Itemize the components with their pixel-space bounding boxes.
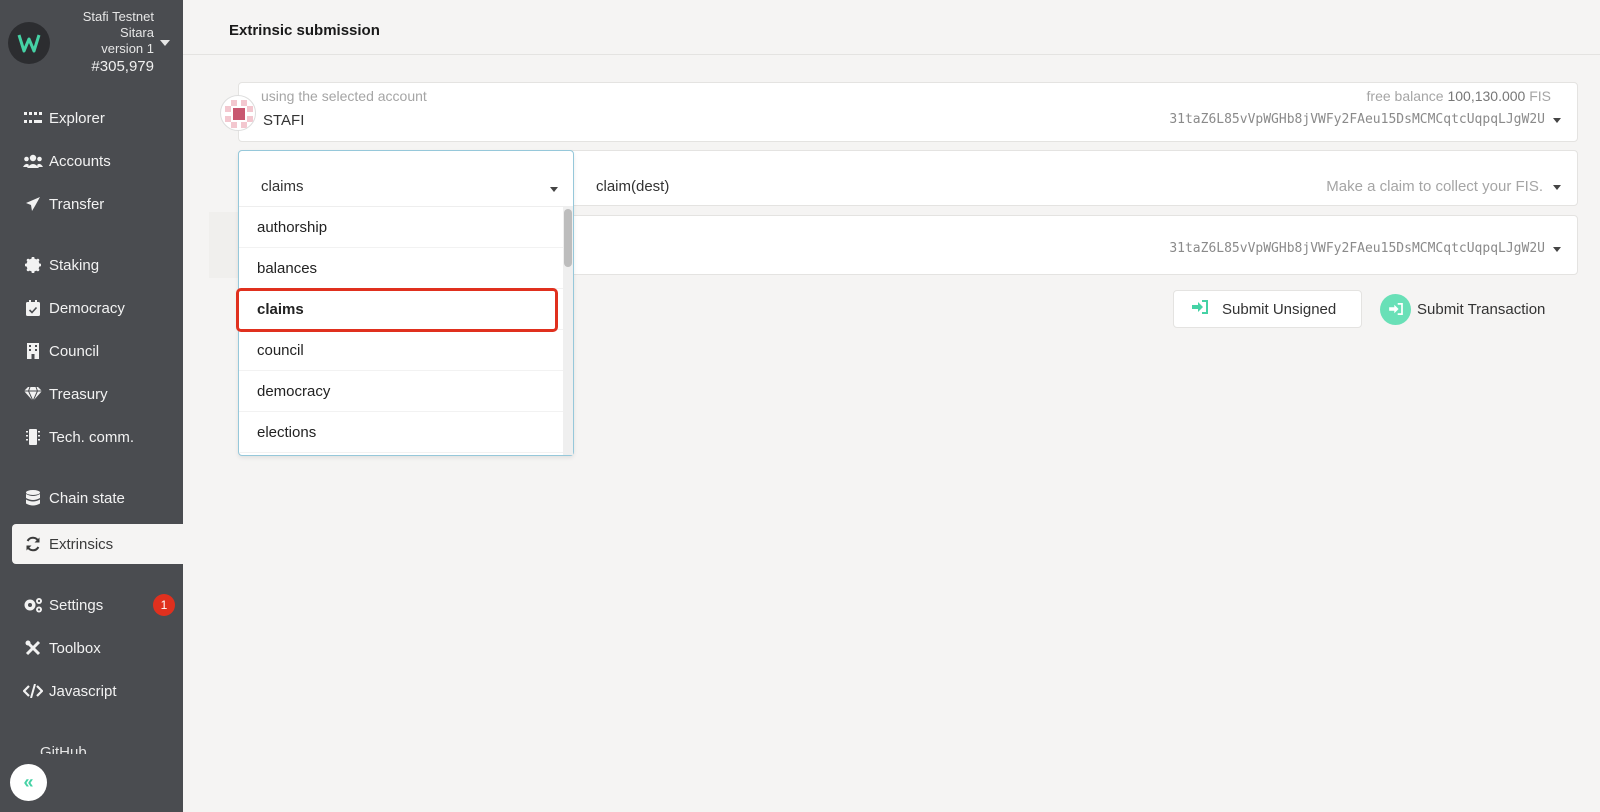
- submit-transaction-button[interactable]: Submit Transaction: [1380, 290, 1568, 328]
- sidebar: Stafi Testnet Sitara version 1 #305,979 …: [0, 0, 183, 812]
- option-balances[interactable]: balances: [239, 248, 563, 289]
- chevron-down-icon: [1553, 118, 1561, 123]
- cogs-icon: [23, 596, 43, 614]
- chain-logo: [8, 22, 50, 64]
- sidebar-item-settings[interactable]: Settings 1: [12, 585, 183, 625]
- selection-highlight: [236, 288, 558, 332]
- sidebar-item-toolbox[interactable]: Toolbox: [12, 628, 183, 668]
- microchip-icon: [23, 428, 43, 446]
- chevron-down-icon: [550, 187, 558, 192]
- sidebar-item-label: Toolbox: [49, 639, 101, 657]
- option-council[interactable]: council: [239, 330, 563, 371]
- chain-info: Stafi Testnet Sitara version 1 #305,979: [83, 9, 154, 77]
- sidebar-item-github[interactable]: GitHub: [40, 744, 87, 754]
- account-name: STAFI: [263, 112, 305, 129]
- sidebar-item-label: Extrinsics: [49, 535, 114, 553]
- free-balance: free balance 100,130.000 FIS: [1367, 88, 1551, 104]
- tab-extrinsic-submission[interactable]: Extrinsic submission: [229, 22, 380, 39]
- sidebar-item-label: Javascript: [49, 682, 117, 700]
- gem-icon: [23, 385, 43, 403]
- free-balance-value: 100,130.000: [1447, 88, 1526, 104]
- sidebar-item-label: Explorer: [49, 109, 105, 127]
- sidebar-item-label: Treasury: [49, 385, 108, 403]
- sidebar-item-label: Council: [49, 342, 100, 360]
- dest-address: 31taZ6L85vVpWGHb8jVWFy2FAeu15DsMCMCqtcUq…: [1169, 241, 1545, 256]
- sidebar-item-label: Staking: [49, 256, 100, 274]
- sidebar-item-label: Settings: [49, 596, 104, 614]
- sidebar-item-treasury[interactable]: Treasury: [12, 374, 183, 414]
- account-address: 31taZ6L85vVpWGHb8jVWFy2FAeu15DsMCMCqtcUq…: [1169, 112, 1545, 127]
- submit-unsigned-button[interactable]: Submit Unsigned: [1173, 290, 1362, 328]
- scrollbar[interactable]: [563, 207, 573, 455]
- free-balance-unit: FIS: [1529, 88, 1551, 104]
- param-indent: [209, 212, 238, 278]
- sign-in-icon: [1380, 293, 1411, 325]
- database-icon: [23, 489, 43, 507]
- method-value: claim(dest): [596, 178, 670, 195]
- chevron-down-icon: [160, 40, 170, 46]
- code-icon: [23, 682, 43, 700]
- sign-in-icon: [1192, 300, 1208, 318]
- account-selector-label: using the selected account: [261, 88, 427, 104]
- submit-unsigned-label: Submit Unsigned: [1222, 300, 1337, 318]
- option-elections[interactable]: elections: [239, 412, 563, 453]
- double-chevron-left-icon: «: [23, 772, 34, 792]
- chain-subname: Sitara: [120, 25, 154, 40]
- sync-icon: [23, 535, 43, 553]
- sidebar-item-label: Democracy: [49, 299, 125, 317]
- sidebar-item-label: Transfer: [49, 195, 105, 213]
- sidebar-item-label: Chain state: [49, 489, 125, 507]
- chain-selector[interactable]: Stafi Testnet Sitara version 1 #305,979: [0, 0, 183, 88]
- submit-transaction-label: Submit Transaction: [1417, 300, 1546, 318]
- grid-icon: [23, 109, 43, 127]
- account-selector[interactable]: using the selected account free balance …: [238, 82, 1578, 142]
- sidebar-item-council[interactable]: Council: [12, 331, 183, 371]
- sidebar-item-transfer[interactable]: Transfer: [12, 184, 183, 224]
- tab-bar: Extrinsic submission: [183, 0, 1600, 55]
- collapse-sidebar-button[interactable]: «: [10, 764, 47, 801]
- tools-icon: [23, 639, 43, 657]
- sidebar-item-staking[interactable]: Staking: [12, 245, 183, 285]
- paper-plane-icon: [23, 195, 43, 213]
- sidebar-item-label: Accounts: [49, 152, 111, 170]
- sidebar-item-label: GitHub: [40, 744, 87, 754]
- sidebar-item-tech-comm[interactable]: Tech. comm.: [12, 417, 183, 457]
- option-authorship[interactable]: authorship: [239, 207, 563, 248]
- block-number: #305,979: [91, 58, 154, 75]
- sidebar-item-explorer[interactable]: Explorer: [12, 98, 183, 138]
- scrollbar-thumb[interactable]: [564, 209, 572, 267]
- chevron-down-icon: [1553, 185, 1561, 190]
- section-value: claims: [261, 178, 304, 195]
- building-icon: [23, 342, 43, 360]
- account-identicon: [220, 95, 256, 131]
- option-democracy[interactable]: democracy: [239, 371, 563, 412]
- notification-badge: 1: [153, 594, 175, 616]
- calendar-check-icon: [23, 299, 43, 317]
- sidebar-item-javascript[interactable]: Javascript: [12, 671, 183, 711]
- sidebar-item-label: Tech. comm.: [49, 428, 135, 446]
- chain-name: Stafi Testnet: [82, 9, 154, 24]
- sidebar-item-chain-state[interactable]: Chain state: [12, 478, 183, 518]
- method-description: Make a claim to collect your FIS.: [1326, 178, 1543, 195]
- sidebar-item-democracy[interactable]: Democracy: [12, 288, 183, 328]
- certificate-icon: [23, 256, 43, 274]
- chain-version: version 1: [101, 41, 154, 56]
- sidebar-item-accounts[interactable]: Accounts: [12, 141, 183, 181]
- chevron-down-icon: [1553, 247, 1561, 252]
- sidebar-item-extrinsics[interactable]: Extrinsics: [12, 524, 183, 564]
- users-icon: [23, 152, 43, 170]
- free-balance-label: free balance: [1366, 88, 1444, 104]
